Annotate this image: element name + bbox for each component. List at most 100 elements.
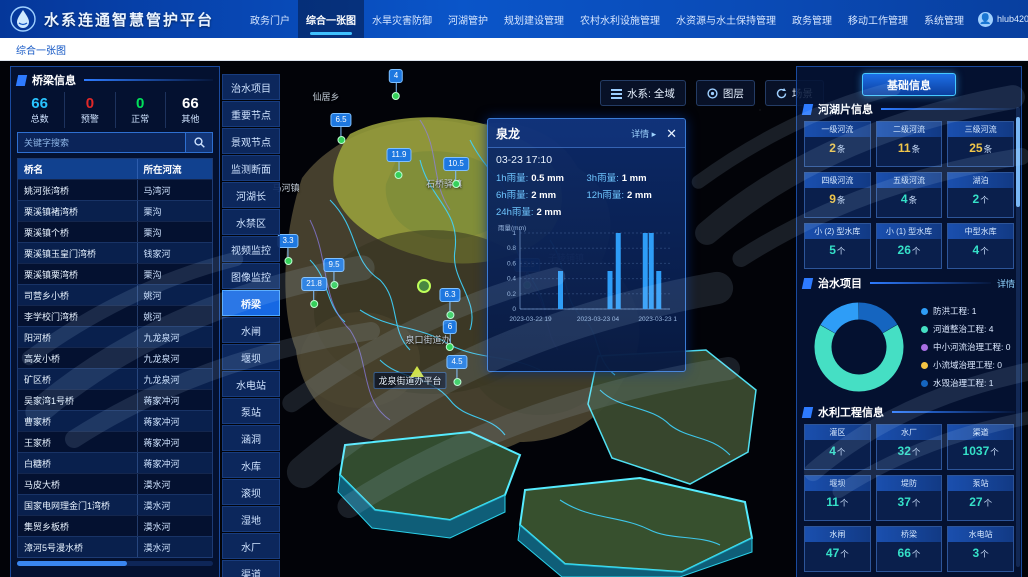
map-value-badge[interactable]: 4.5	[446, 355, 467, 386]
info-card[interactable]: 堰坝11个	[804, 475, 871, 521]
tab-basic-info[interactable]: 基础信息	[862, 73, 956, 96]
close-icon[interactable]: ✕	[666, 127, 677, 140]
layers-button[interactable]: 图层	[696, 80, 755, 106]
info-card[interactable]: 渠道1037个	[947, 424, 1014, 470]
section-accent	[16, 75, 27, 86]
map-value-badge[interactable]: 11.9	[387, 148, 412, 179]
breadcrumb[interactable]: 综合一张图	[16, 42, 66, 57]
table-row[interactable]: 栗溪镇栗湾桥栗沟	[18, 263, 212, 284]
nav-item-7[interactable]: 政务管理	[784, 0, 840, 38]
stat-label: 1h雨量:	[496, 173, 528, 184]
layer-item-17[interactable]: 水厂	[222, 533, 280, 559]
map-value-badge[interactable]: 6.5	[330, 113, 351, 144]
nav-item-9[interactable]: 系统管理	[916, 0, 972, 38]
layer-item-14[interactable]: 水库	[222, 452, 280, 478]
user-menu[interactable]: 👤 hlub42080201 ▼	[978, 12, 1028, 27]
legend-item-3: 小流域治理工程: 0	[921, 359, 1017, 371]
table-row[interactable]: 曹家桥蒋家冲河	[18, 410, 212, 431]
layer-item-6[interactable]: 视频监控	[222, 236, 280, 262]
info-card[interactable]: 堤防37个	[876, 475, 943, 521]
nav-item-2[interactable]: 水旱灾害防御	[364, 0, 440, 38]
badge-stem	[341, 127, 342, 136]
info-card[interactable]: 中型水库4个	[947, 223, 1014, 269]
info-card[interactable]: 水闸47个	[804, 526, 871, 572]
layer-item-4[interactable]: 河湖长	[222, 182, 280, 208]
table-horizontal-scrollbar	[17, 561, 213, 566]
info-card[interactable]: 四级河流9条	[804, 172, 871, 218]
info-card[interactable]: 一级河流2条	[804, 121, 871, 167]
layer-item-16[interactable]: 湿地	[222, 506, 280, 532]
table-row[interactable]: 阳河桥九龙泉河	[18, 326, 212, 347]
card-unit: 条	[909, 194, 918, 206]
info-card[interactable]: 湖泊2个	[947, 172, 1014, 218]
layer-item-11[interactable]: 水电站	[222, 371, 280, 397]
nav-item-5[interactable]: 农村水利设施管理	[572, 0, 668, 38]
info-card[interactable]: 小 (1) 型水库26个	[876, 223, 943, 269]
layer-item-10[interactable]: 堰坝	[222, 344, 280, 370]
layer-item-9[interactable]: 水闸	[222, 317, 280, 343]
nav-item-8[interactable]: 移动工作管理	[840, 0, 916, 38]
info-card[interactable]: 桥梁66个	[876, 526, 943, 572]
layer-item-12[interactable]: 泵站	[222, 398, 280, 424]
table-row[interactable]: 司营乡小桥姚河	[18, 284, 212, 305]
info-card[interactable]: 水电站3个	[947, 526, 1014, 572]
search-button[interactable]	[186, 132, 213, 153]
table-row[interactable]: 集贸乡板桥漠水河	[18, 515, 212, 536]
table-row[interactable]: 姚河张湾桥马湾河	[18, 179, 212, 200]
table-row[interactable]: 李学校门湾桥姚河	[18, 305, 212, 326]
table-row[interactable]: 漳河5号漫水桥漠水河	[18, 536, 212, 557]
layer-item-2[interactable]: 景观节点	[222, 128, 280, 154]
layer-item-8[interactable]: 桥梁	[222, 290, 280, 316]
info-card[interactable]: 三级河流25条	[947, 121, 1014, 167]
search-input[interactable]	[17, 132, 186, 153]
table-row[interactable]: 高发小桥九龙泉河	[18, 347, 212, 368]
layer-item-13[interactable]: 涵洞	[222, 425, 280, 451]
table-row[interactable]: 马皮大桥漠水河	[18, 473, 212, 494]
table-row[interactable]: 栗溪镇褚湾桥栗沟	[18, 200, 212, 221]
table-row[interactable]: 矿区桥九龙泉河	[18, 368, 212, 389]
nav-item-0[interactable]: 政务门户	[242, 0, 298, 38]
station-dot	[446, 311, 454, 319]
info-card[interactable]: 五级河流4条	[876, 172, 943, 218]
map-value-badge[interactable]: 3.3	[277, 234, 298, 265]
table-row[interactable]: 国家电网理金门1湾桥漠水河	[18, 494, 212, 515]
table-row[interactable]: 栗溪镇玉皇门湾桥钱家河	[18, 242, 212, 263]
river-name-cell: 马湾河	[138, 184, 212, 197]
info-card[interactable]: 灌区4个	[804, 424, 871, 470]
layer-item-5[interactable]: 水禁区	[222, 209, 280, 235]
table-row[interactable]: 栗溪镇个桥栗沟	[18, 221, 212, 242]
card-unit: 个	[912, 446, 921, 458]
nav-item-6[interactable]: 水资源与水土保持管理	[668, 0, 784, 38]
card-value: 47个	[805, 542, 870, 571]
layer-item-3[interactable]: 监测断面	[222, 155, 280, 181]
map-value-badge[interactable]: 6	[443, 320, 457, 351]
scrollbar-thumb[interactable]	[1016, 117, 1020, 207]
layer-item-0[interactable]: 治水项目	[222, 74, 280, 100]
map-value-badge[interactable]: 21.8	[301, 277, 327, 308]
map-value-badge[interactable]: 6.3	[439, 288, 460, 319]
table-row[interactable]: 吴家湾1号桥蒋家冲河	[18, 389, 212, 410]
layer-item-7[interactable]: 图像监控	[222, 263, 280, 289]
table-row[interactable]: 白糖桥蒋家冲河	[18, 452, 212, 473]
popup-detail-link[interactable]: 详情 ▸	[631, 127, 656, 140]
scrollbar-thumb[interactable]	[17, 561, 127, 566]
rain-bar	[616, 233, 621, 309]
warning-triangle-marker[interactable]	[410, 366, 424, 377]
river-name-cell: 九龙泉河	[138, 373, 212, 386]
station-circle-marker[interactable]	[417, 279, 431, 293]
layer-item-15[interactable]: 滚坝	[222, 479, 280, 505]
map-value-badge[interactable]: 10.5	[443, 157, 469, 188]
layer-item-18[interactable]: 渠道	[222, 560, 280, 577]
nav-item-1[interactable]: 综合一张图	[298, 0, 364, 38]
layer-item-1[interactable]: 重要节点	[222, 101, 280, 127]
water-system-select[interactable]: 水系: 全域	[600, 80, 686, 106]
info-card[interactable]: 泵站27个	[947, 475, 1014, 521]
nav-item-3[interactable]: 河湖管护	[440, 0, 496, 38]
nav-item-4[interactable]: 规划建设管理	[496, 0, 572, 38]
info-card[interactable]: 小 (2) 型水库5个	[804, 223, 871, 269]
table-row[interactable]: 王家桥蒋家冲河	[18, 431, 212, 452]
info-card[interactable]: 水厂32个	[876, 424, 943, 470]
map-value-badge[interactable]: 4	[389, 69, 403, 100]
info-card[interactable]: 二级河流11条	[876, 121, 943, 167]
project-detail-link[interactable]: 详情	[997, 277, 1015, 290]
